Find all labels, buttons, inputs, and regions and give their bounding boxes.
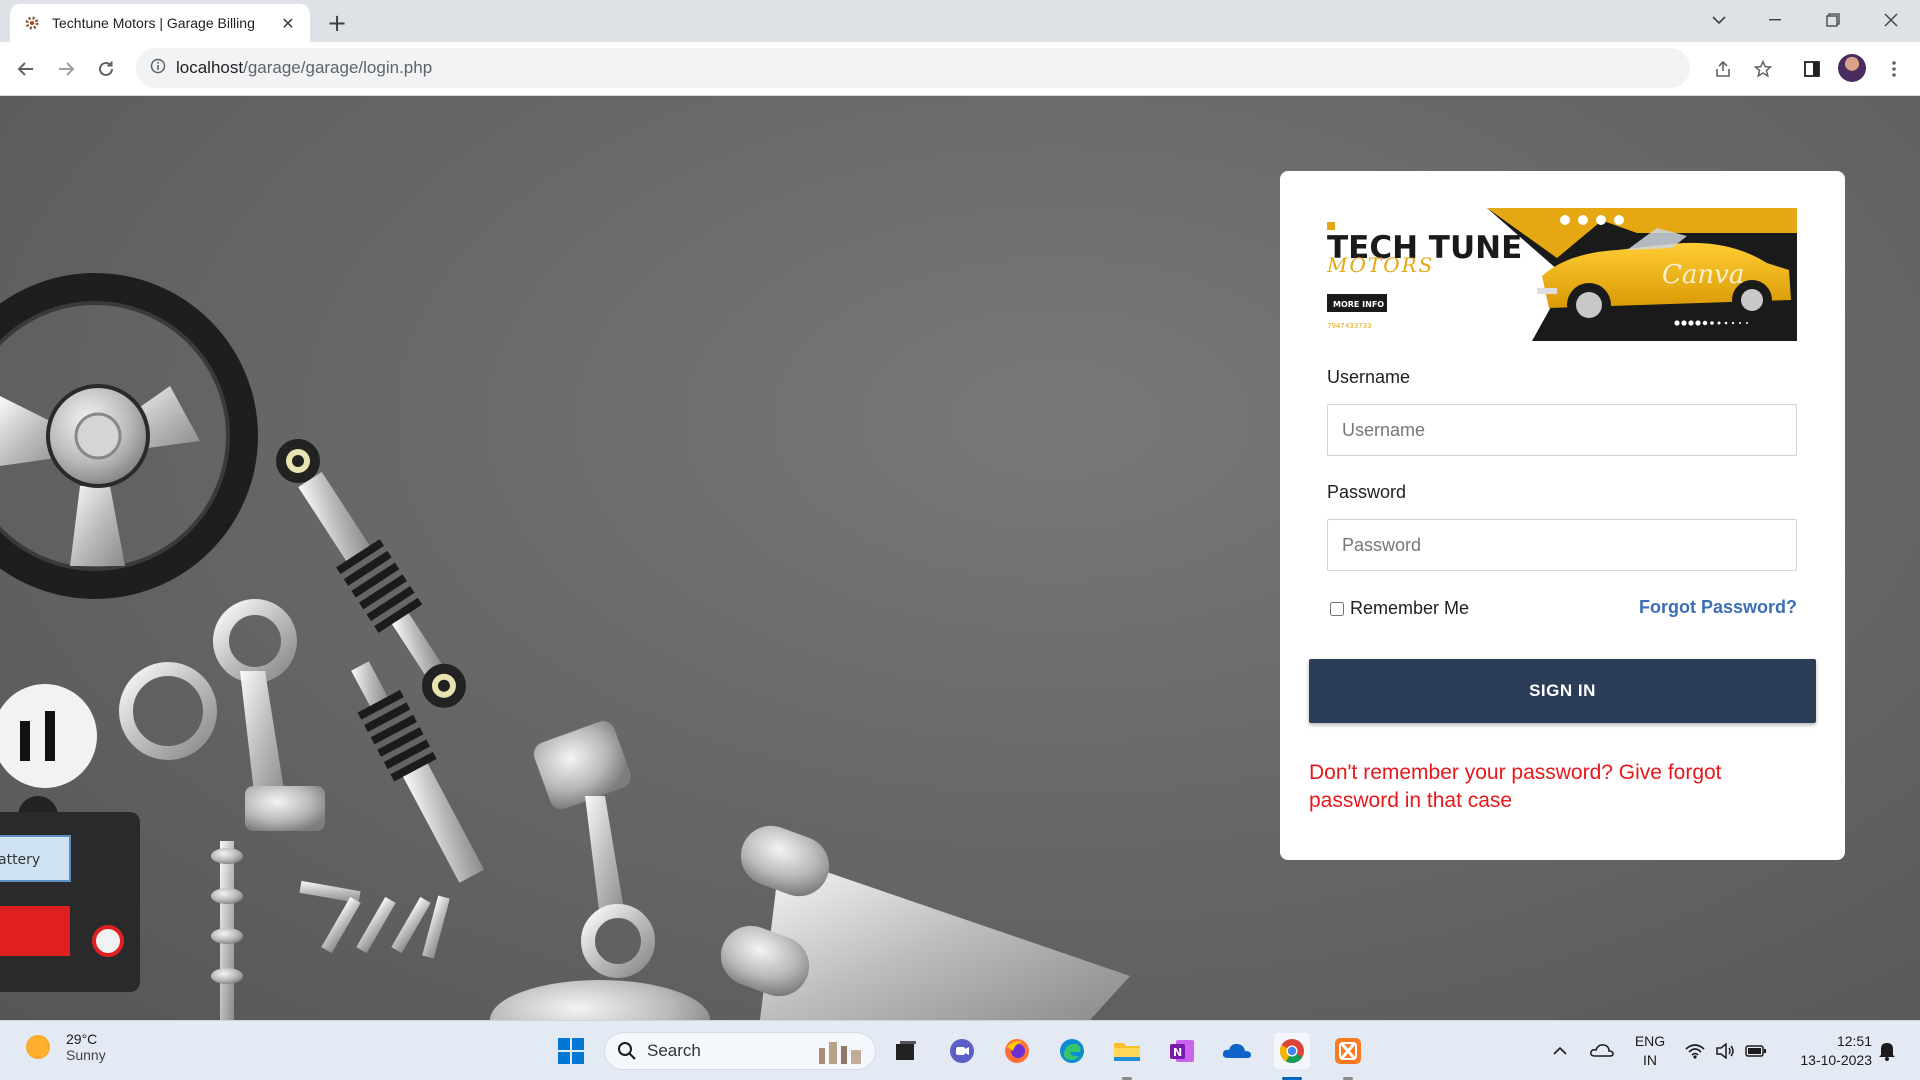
- forward-arrow-icon[interactable]: [50, 53, 82, 85]
- onenote-icon[interactable]: N: [1164, 1033, 1200, 1069]
- remember-me-checkbox[interactable]: [1330, 601, 1344, 616]
- search-icon: [618, 1042, 636, 1060]
- password-label: Password: [1327, 482, 1407, 502]
- onedrive-icon[interactable]: [1219, 1033, 1255, 1069]
- search-highlight-icon: [819, 1042, 861, 1064]
- spark-plugs-graphic: [299, 880, 450, 959]
- task-view-icon[interactable]: [888, 1033, 924, 1069]
- battery-icon[interactable]: [1741, 1033, 1771, 1069]
- forgot-password-link[interactable]: Forgot Password?: [1639, 597, 1797, 618]
- more-info-badge: MORE INFO: [1333, 300, 1384, 309]
- car-parts-background-image: attery: [0, 273, 1130, 1020]
- browser-tab[interactable]: Techtune Motors | Garage Billing ✕: [10, 4, 310, 42]
- shock-absorber-2-graphic: [351, 661, 485, 883]
- browser-tab-strip: Techtune Motors | Garage Billing ✕ +: [0, 0, 1920, 42]
- brand-phone: 7947433733: [1327, 322, 1372, 330]
- canva-watermark-text: Canva: [1662, 260, 1744, 290]
- tab-search-icon[interactable]: [1690, 0, 1748, 40]
- brand-banner-image: Canva TECH TUNE MOTORS MORE INFO 7947433…: [1327, 208, 1797, 341]
- connecting-rod-2-graphic: [533, 721, 655, 978]
- url-text: localhost/garage/garage/login.php: [176, 58, 433, 77]
- sign-in-button[interactable]: SIGN IN: [1309, 659, 1816, 723]
- windows-start-icon[interactable]: [553, 1033, 589, 1069]
- chevron-up-icon[interactable]: [1545, 1033, 1575, 1069]
- language-indicator[interactable]: ENG IN: [1630, 1032, 1670, 1070]
- brand-banner: Canva TECH TUNE MOTORS MORE INFO 7947433…: [1327, 208, 1797, 341]
- tab-title: Techtune Motors | Garage Billing: [52, 15, 255, 31]
- language-code: ENG: [1634, 1033, 1666, 1049]
- battery-graphic: attery: [0, 812, 140, 992]
- address-bar[interactable]: localhost/garage/garage/login.php: [136, 48, 1690, 88]
- chrome-icon[interactable]: [1274, 1033, 1310, 1069]
- close-window-icon[interactable]: [1862, 0, 1920, 40]
- forgot-password-hint: Don't remember your password? Give forgo…: [1309, 761, 1722, 812]
- sun-icon: [26, 1035, 50, 1059]
- username-input[interactable]: [1327, 404, 1797, 456]
- username-label: Username: [1327, 367, 1411, 387]
- windows-taskbar: 29°C Sunny Search N ENG IN 12:51 13-10-2…: [0, 1020, 1920, 1080]
- gear-favicon-icon: [22, 13, 42, 33]
- tab-close-icon[interactable]: ✕: [278, 13, 298, 33]
- file-explorer-icon[interactable]: [1109, 1033, 1145, 1069]
- side-panel-icon[interactable]: [1798, 55, 1826, 83]
- notification-bell-icon[interactable]: [1872, 1033, 1902, 1069]
- svg-text:attery: attery: [0, 852, 40, 868]
- reload-icon[interactable]: [90, 53, 122, 85]
- menu-kebab-icon[interactable]: [1880, 55, 1908, 83]
- share-icon[interactable]: [1709, 55, 1737, 83]
- search-label: Search: [647, 1041, 701, 1060]
- restore-icon[interactable]: [1804, 0, 1862, 40]
- browser-toolbar: localhost/garage/garage/login.php: [0, 42, 1920, 96]
- remember-me: Remember Me: [1330, 598, 1469, 619]
- brake-disc-graphic: [490, 980, 710, 1020]
- onedrive-sync-icon[interactable]: [1584, 1033, 1620, 1069]
- login-page: attery Canva TECH TUNE MOTORS MORE INFO …: [0, 96, 1920, 1020]
- teams-chat-icon[interactable]: [944, 1033, 980, 1069]
- firefox-icon[interactable]: [999, 1033, 1035, 1069]
- connecting-rod-graphic: [213, 599, 325, 831]
- clock-date: 13-10-2023: [1800, 1052, 1872, 1068]
- new-tab-icon[interactable]: +: [322, 8, 352, 38]
- edge-icon[interactable]: [1054, 1033, 1090, 1069]
- clock-time: 12:51: [1836, 1033, 1872, 1049]
- password-input[interactable]: [1327, 519, 1797, 571]
- login-card: Canva TECH TUNE MOTORS MORE INFO 7947433…: [1280, 171, 1845, 860]
- weather-condition: Sunny: [66, 1047, 106, 1063]
- wifi-icon[interactable]: [1680, 1033, 1710, 1069]
- muffler-graphic: [720, 825, 1130, 1020]
- weather-widget[interactable]: 29°C Sunny: [26, 1031, 106, 1063]
- bookmark-star-icon[interactable]: [1749, 55, 1777, 83]
- taskbar-search[interactable]: Search: [604, 1032, 876, 1070]
- clock[interactable]: 12:51 13-10-2023: [1782, 1032, 1872, 1070]
- piston-ring-graphic: [119, 662, 217, 760]
- weather-temperature: 29°C: [66, 1031, 98, 1047]
- xampp-icon[interactable]: [1330, 1033, 1366, 1069]
- back-arrow-icon[interactable]: [10, 53, 42, 85]
- svg-text:N: N: [1173, 1046, 1182, 1059]
- minimize-icon[interactable]: [1746, 0, 1804, 40]
- language-region: IN: [1643, 1052, 1657, 1068]
- profile-avatar[interactable]: [1838, 54, 1866, 82]
- site-info-icon[interactable]: [150, 58, 166, 78]
- camshaft-graphic: [211, 841, 243, 1020]
- brand-subtitle: MOTORS: [1327, 253, 1434, 277]
- steering-wheel-graphic: [0, 273, 258, 599]
- remember-me-label[interactable]: Remember Me: [1350, 598, 1469, 619]
- volume-icon[interactable]: [1710, 1033, 1740, 1069]
